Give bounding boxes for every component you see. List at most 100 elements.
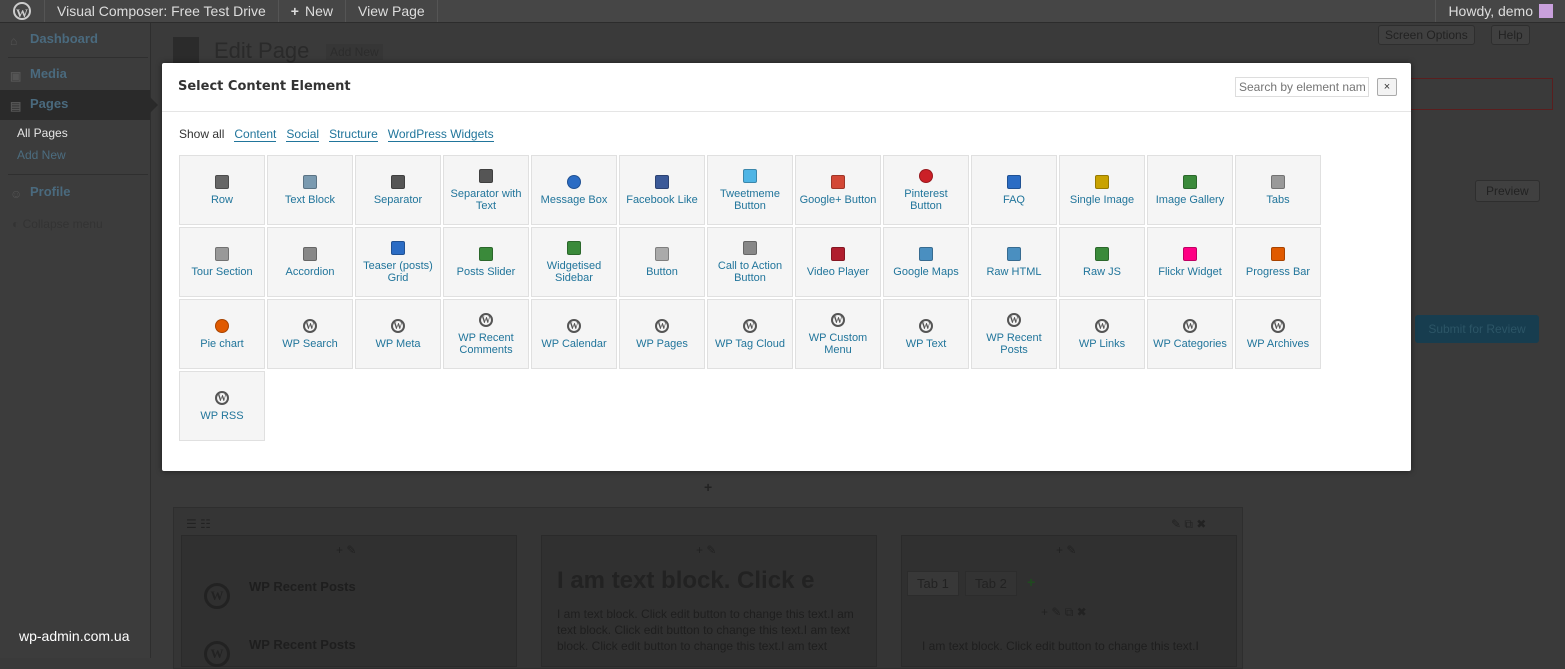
- wordpress-icon: W: [831, 312, 845, 327]
- element-tile[interactable]: Google+ Button: [795, 155, 881, 225]
- element-tile[interactable]: W WP Custom Menu: [795, 299, 881, 369]
- element-label: WP Recent Posts: [986, 331, 1042, 356]
- view-page-link[interactable]: View Page: [346, 0, 438, 22]
- sidebar-item-media[interactable]: ▣ Media: [10, 66, 67, 83]
- element-tile[interactable]: W WP Recent Comments: [443, 299, 529, 369]
- element-tile[interactable]: Accordion: [267, 227, 353, 297]
- element-tile[interactable]: Separator with Text: [443, 155, 529, 225]
- button-icon: [655, 246, 669, 261]
- element-tile[interactable]: W WP Recent Posts: [971, 299, 1057, 369]
- element-tile[interactable]: Call to Action Button: [707, 227, 793, 297]
- element-tile[interactable]: W WP Links: [1059, 299, 1145, 369]
- element-label: WP Categories: [1153, 337, 1227, 350]
- filter-structure[interactable]: Structure: [329, 127, 378, 142]
- element-search-input[interactable]: [1235, 77, 1369, 97]
- tab-2[interactable]: Tab 2: [965, 571, 1017, 596]
- element-tile[interactable]: Text Block: [267, 155, 353, 225]
- element-tile[interactable]: Flickr Widget: [1147, 227, 1233, 297]
- site-title-link[interactable]: Visual Composer: Free Test Drive: [45, 0, 279, 22]
- element-tile[interactable]: W WP Calendar: [531, 299, 617, 369]
- element-tile[interactable]: Single Image: [1059, 155, 1145, 225]
- wordpress-logo-button[interactable]: W: [0, 0, 45, 22]
- profile-icon: ☺: [10, 187, 23, 201]
- element-tile[interactable]: W WP Search: [267, 299, 353, 369]
- element-tile[interactable]: FAQ: [971, 155, 1057, 225]
- wordpress-icon: W: [303, 318, 317, 333]
- element-tile[interactable]: Progress Bar: [1235, 227, 1321, 297]
- element-tile[interactable]: W WP Tag Cloud: [707, 299, 793, 369]
- element-tile[interactable]: Tour Section: [179, 227, 265, 297]
- sidebar-subitem-add-new[interactable]: Add New: [17, 148, 66, 162]
- preview-button[interactable]: Preview: [1475, 180, 1540, 202]
- element-label: Message Box: [540, 193, 608, 206]
- category-filters: Show all Content Social Structure WordPr…: [179, 127, 494, 142]
- add-row-icon[interactable]: +: [704, 479, 712, 495]
- wordpress-icon: W: [204, 641, 230, 667]
- element-tile[interactable]: Message Box: [531, 155, 617, 225]
- add-new-button[interactable]: Add New: [326, 44, 383, 60]
- wordpress-icon: W: [1183, 318, 1197, 333]
- element-label: WP Search: [282, 337, 338, 350]
- raw-html-icon: [1007, 246, 1021, 261]
- sidebar-item-label: Profile: [30, 184, 71, 199]
- filter-show-all[interactable]: Show all: [179, 127, 224, 142]
- column-2-controls[interactable]: + ✎: [696, 543, 716, 557]
- element-tile[interactable]: Facebook Like: [619, 155, 705, 225]
- tour-icon: [215, 246, 229, 261]
- row-edit-icons[interactable]: ✎ ⧉ ✖: [1171, 517, 1206, 532]
- element-tile[interactable]: Google Maps: [883, 227, 969, 297]
- element-tile[interactable]: Pie chart: [179, 299, 265, 369]
- sidebar-subitem-all-pages[interactable]: All Pages: [17, 126, 68, 140]
- column-1-controls[interactable]: + ✎: [336, 543, 356, 557]
- gallery-icon: [1183, 174, 1197, 189]
- text-block-body: I am text block. Click edit button to ch…: [557, 607, 854, 653]
- element-tile[interactable]: Separator: [355, 155, 441, 225]
- element-label: Google+ Button: [799, 193, 877, 206]
- element-tile[interactable]: W WP Pages: [619, 299, 705, 369]
- element-tile[interactable]: W WP Archives: [1235, 299, 1321, 369]
- element-tile[interactable]: Teaser (posts) Grid: [355, 227, 441, 297]
- element-tile[interactable]: W WP Meta: [355, 299, 441, 369]
- help-button[interactable]: Help: [1491, 25, 1530, 45]
- tab-edit-icons[interactable]: + ✎ ⧉ ✖: [1041, 605, 1087, 620]
- add-tab-icon[interactable]: +: [1027, 574, 1035, 590]
- pages-icon: ▤: [10, 99, 22, 113]
- screen-options-button[interactable]: Screen Options: [1378, 25, 1475, 45]
- element-label: WP Calendar: [541, 337, 607, 350]
- filter-content[interactable]: Content: [234, 127, 277, 142]
- new-content-button[interactable]: + New: [279, 0, 346, 22]
- element-tile[interactable]: W WP Text: [883, 299, 969, 369]
- element-tile[interactable]: Video Player: [795, 227, 881, 297]
- element-tile[interactable]: Row: [179, 155, 265, 225]
- element-tile[interactable]: W WP RSS: [179, 371, 265, 441]
- submit-for-review-button[interactable]: Submit for Review: [1415, 315, 1539, 343]
- filter-wordpress-widgets[interactable]: WordPress Widgets: [387, 127, 494, 142]
- tab-1[interactable]: Tab 1: [907, 571, 959, 596]
- element-tile[interactable]: Image Gallery: [1147, 155, 1233, 225]
- element-tile[interactable]: Widgetised Sidebar: [531, 227, 617, 297]
- collapse-menu-button[interactable]: ◐ Collapse menu: [12, 217, 103, 231]
- element-tile[interactable]: Pinterest Button: [883, 155, 969, 225]
- admin-bar: W Visual Composer: Free Test Drive + New…: [0, 0, 1565, 23]
- sidebar-item-pages[interactable]: ▤ Pages: [10, 96, 68, 113]
- element-tile[interactable]: Tweetmeme Button: [707, 155, 793, 225]
- close-button[interactable]: ×: [1377, 78, 1397, 96]
- element-tile[interactable]: Tabs: [1235, 155, 1321, 225]
- wordpress-icon: W: [567, 318, 581, 333]
- element-tile[interactable]: Raw HTML: [971, 227, 1057, 297]
- divider: [8, 174, 148, 175]
- filter-social[interactable]: Social: [286, 127, 320, 142]
- element-tile[interactable]: W WP Categories: [1147, 299, 1233, 369]
- account-menu[interactable]: Howdy, demo: [1435, 0, 1565, 22]
- wordpress-icon: W: [215, 390, 229, 405]
- element-label: Button: [646, 265, 678, 278]
- separator-icon: [391, 174, 405, 189]
- sidebar-item-profile[interactable]: ☺ Profile: [10, 184, 70, 201]
- element-tile[interactable]: Raw JS: [1059, 227, 1145, 297]
- map-icon: [919, 246, 933, 261]
- sidebar-item-dashboard[interactable]: ⌂ Dashboard: [10, 31, 98, 48]
- element-tile[interactable]: Button: [619, 227, 705, 297]
- element-tile[interactable]: Posts Slider: [443, 227, 529, 297]
- column-3-controls[interactable]: + ✎: [1056, 543, 1076, 557]
- row-layout-icon[interactable]: ☰ ☷: [186, 517, 211, 531]
